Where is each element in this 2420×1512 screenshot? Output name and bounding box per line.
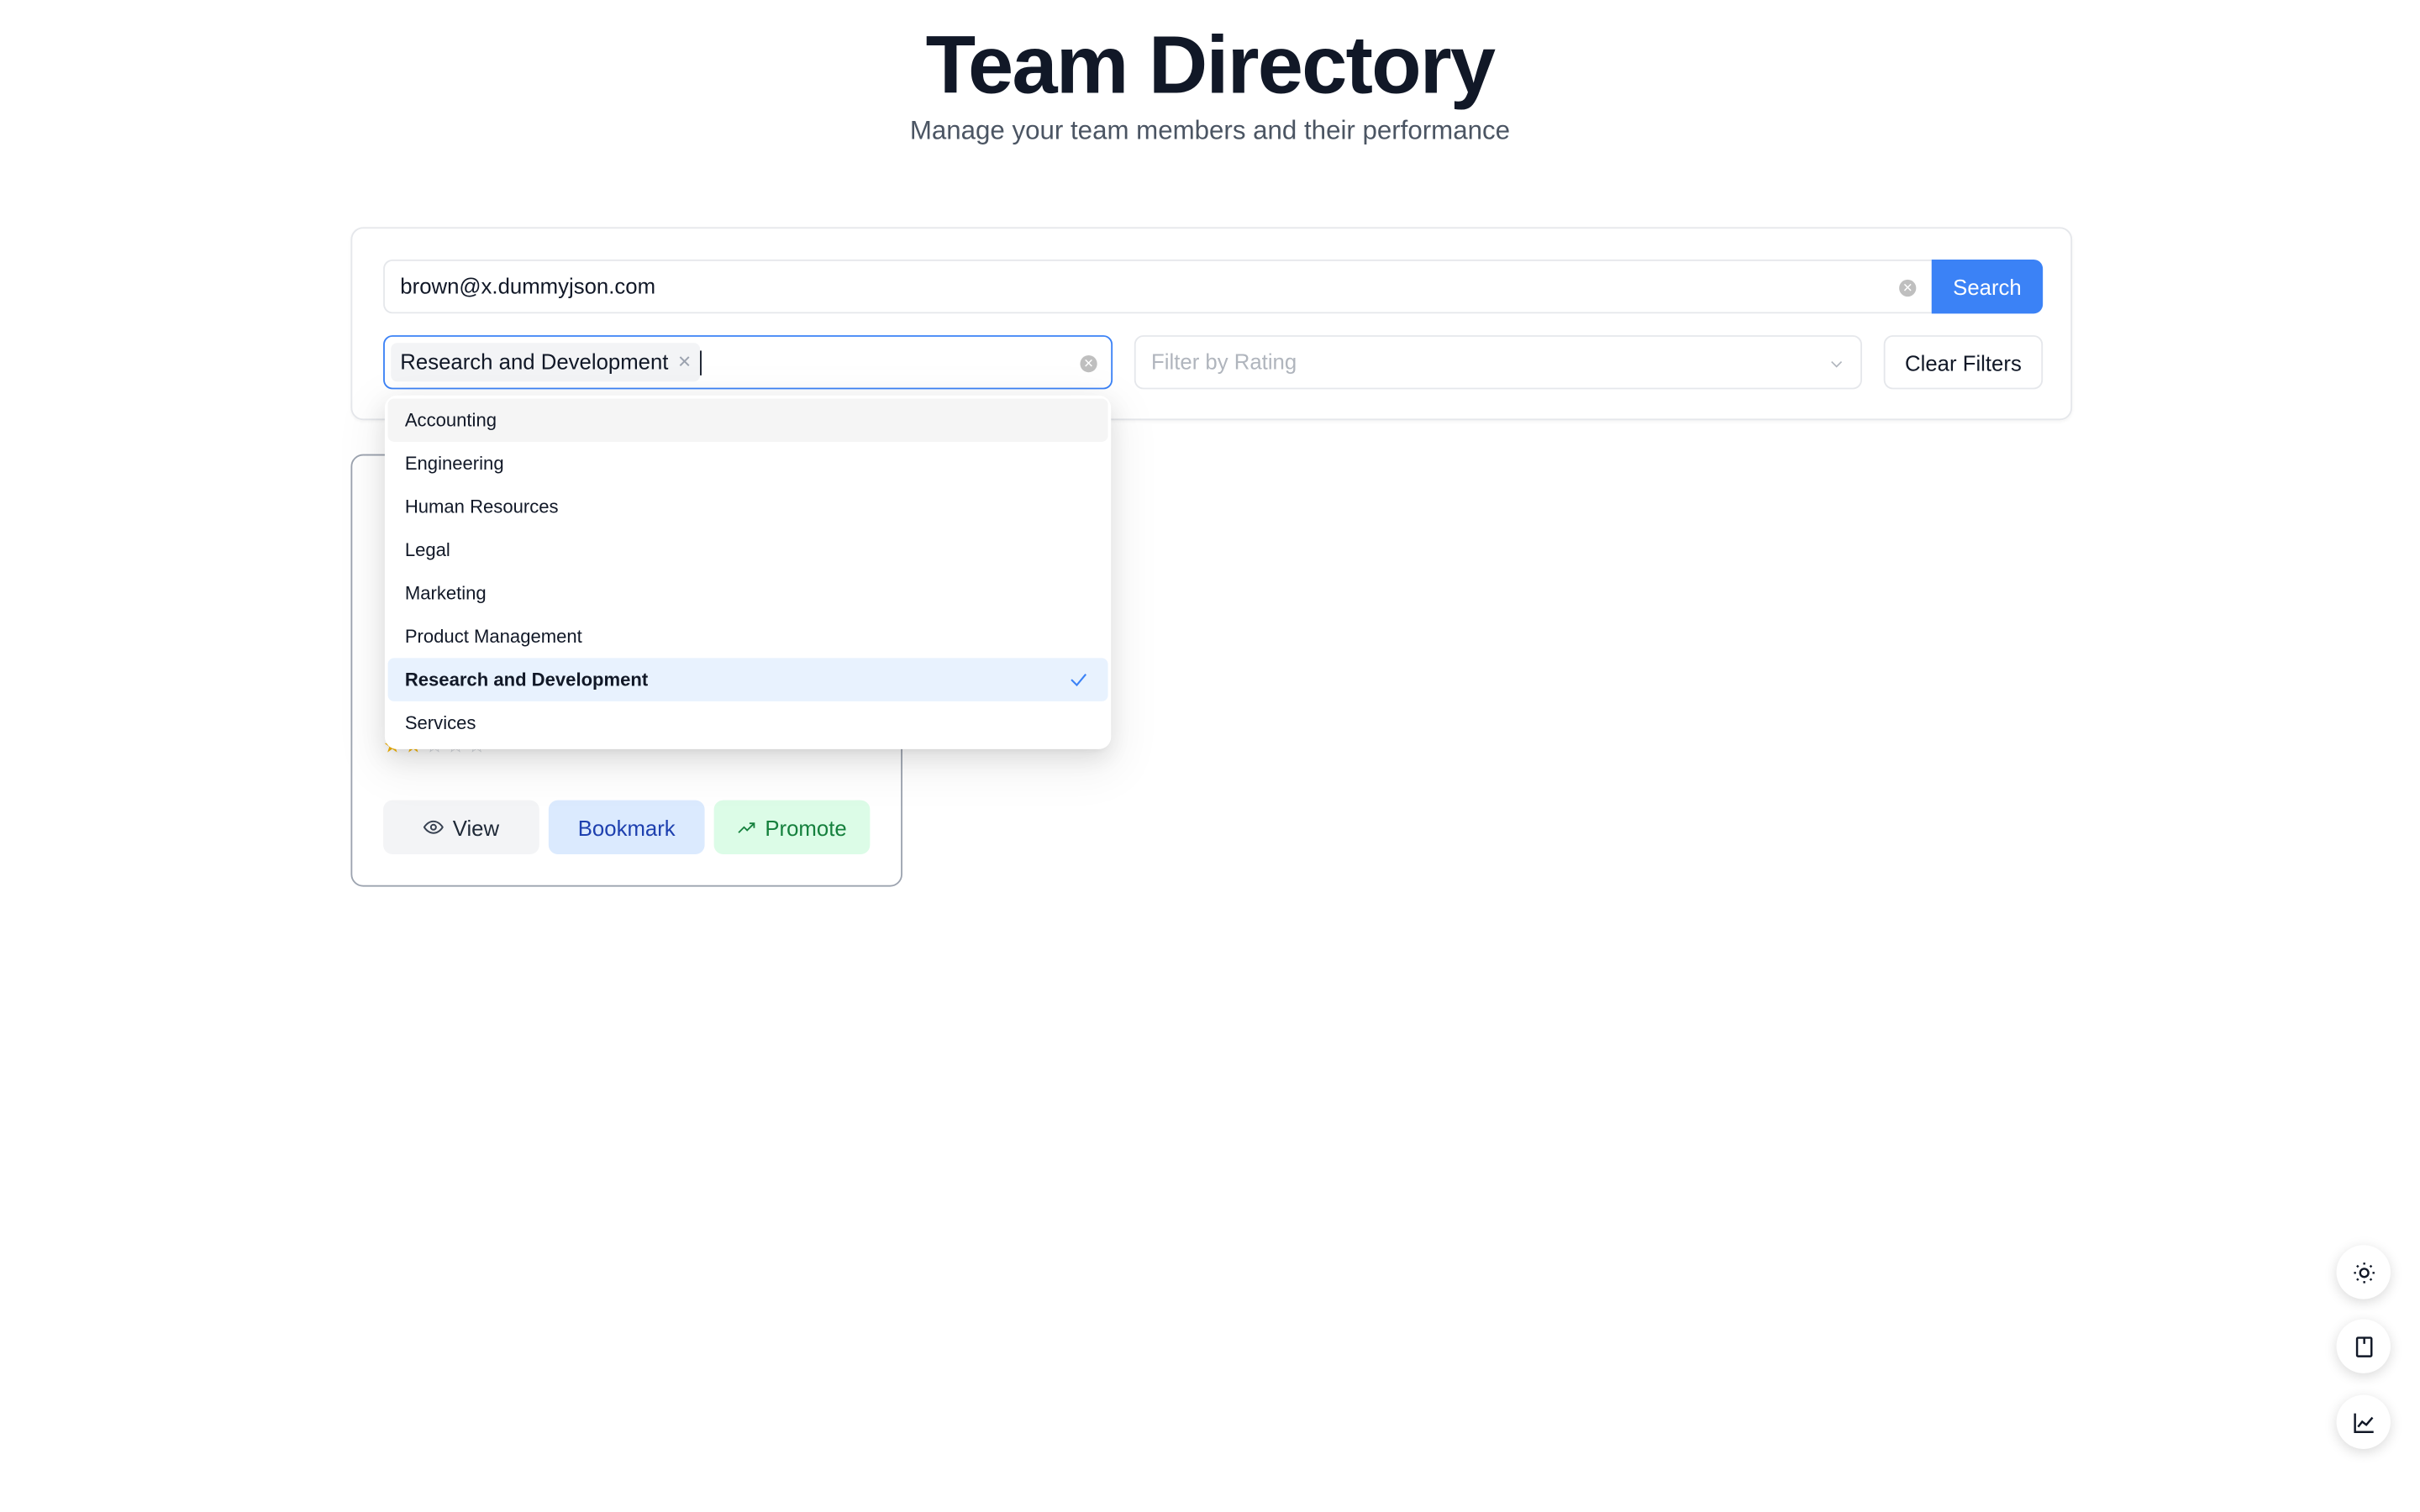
dropdown-option[interactable]: Engineering xyxy=(388,442,1108,485)
dropdown-option[interactable]: Legal xyxy=(388,528,1108,571)
clear-department-icon[interactable]: ✕ xyxy=(1080,354,1097,373)
dropdown-option[interactable]: Accounting xyxy=(387,398,1108,442)
trending-up-icon xyxy=(738,822,755,832)
analytics-button[interactable] xyxy=(2336,1394,2391,1449)
checkmark-icon xyxy=(1071,674,1087,687)
search-input[interactable]: brown@x.dummyjson.com ✕ xyxy=(383,259,1932,314)
view-button[interactable]: View xyxy=(383,800,539,854)
bookmark-button-label: Bookmark xyxy=(577,815,676,840)
rating-select-placeholder: Filter by Rating xyxy=(1151,349,1297,375)
tag-remove-icon[interactable]: ✕ xyxy=(677,343,692,381)
eye-icon xyxy=(423,820,444,834)
dropdown-option[interactable]: Product Management xyxy=(388,615,1108,658)
department-tag: Research and Development ✕ xyxy=(391,343,700,382)
department-tag-label: Research and Development xyxy=(400,349,669,375)
sun-icon xyxy=(2353,1262,2375,1283)
chevron-down-icon xyxy=(1831,360,1843,368)
dropdown-option[interactable]: Services xyxy=(388,701,1108,744)
dropdown-option-label: Research and Development xyxy=(404,669,649,691)
chart-line-icon xyxy=(2353,1412,2373,1433)
promote-button[interactable]: Promote xyxy=(713,800,871,854)
app-root: Team Directory Manage your team members … xyxy=(0,0,2420,1511)
dropdown-option[interactable]: Marketing xyxy=(388,571,1108,614)
clear-search-icon[interactable]: ✕ xyxy=(1899,279,1917,297)
promote-button-label: Promote xyxy=(765,815,847,840)
search-input-value: brown@x.dummyjson.com xyxy=(400,273,656,298)
bookmark-icon xyxy=(2354,1336,2372,1357)
dropdown-option[interactable]: Human Resources xyxy=(388,485,1108,528)
view-button-label: View xyxy=(452,815,500,840)
bookmarks-button[interactable] xyxy=(2336,1319,2391,1373)
department-select[interactable]: Research and Development ✕ ✕ xyxy=(383,335,1113,390)
dropdown-option-selected[interactable]: Research and Development xyxy=(387,658,1108,701)
bookmark-button[interactable]: Bookmark xyxy=(548,800,705,854)
page-subtitle: Manage your team members and their perfo… xyxy=(909,115,1511,145)
clear-filters-button[interactable]: Clear Filters xyxy=(1883,335,2044,390)
page-title: Team Directory xyxy=(925,19,1497,112)
search-button[interactable]: Search xyxy=(1931,259,2044,314)
department-dropdown: Accounting Engineering Human Resources L… xyxy=(384,395,1112,749)
text-caret xyxy=(700,350,702,375)
rating-select[interactable]: Filter by Rating xyxy=(1134,335,1862,390)
filter-panel: brown@x.dummyjson.com ✕ Search Research … xyxy=(350,227,2073,421)
theme-toggle-button[interactable] xyxy=(2336,1245,2391,1299)
